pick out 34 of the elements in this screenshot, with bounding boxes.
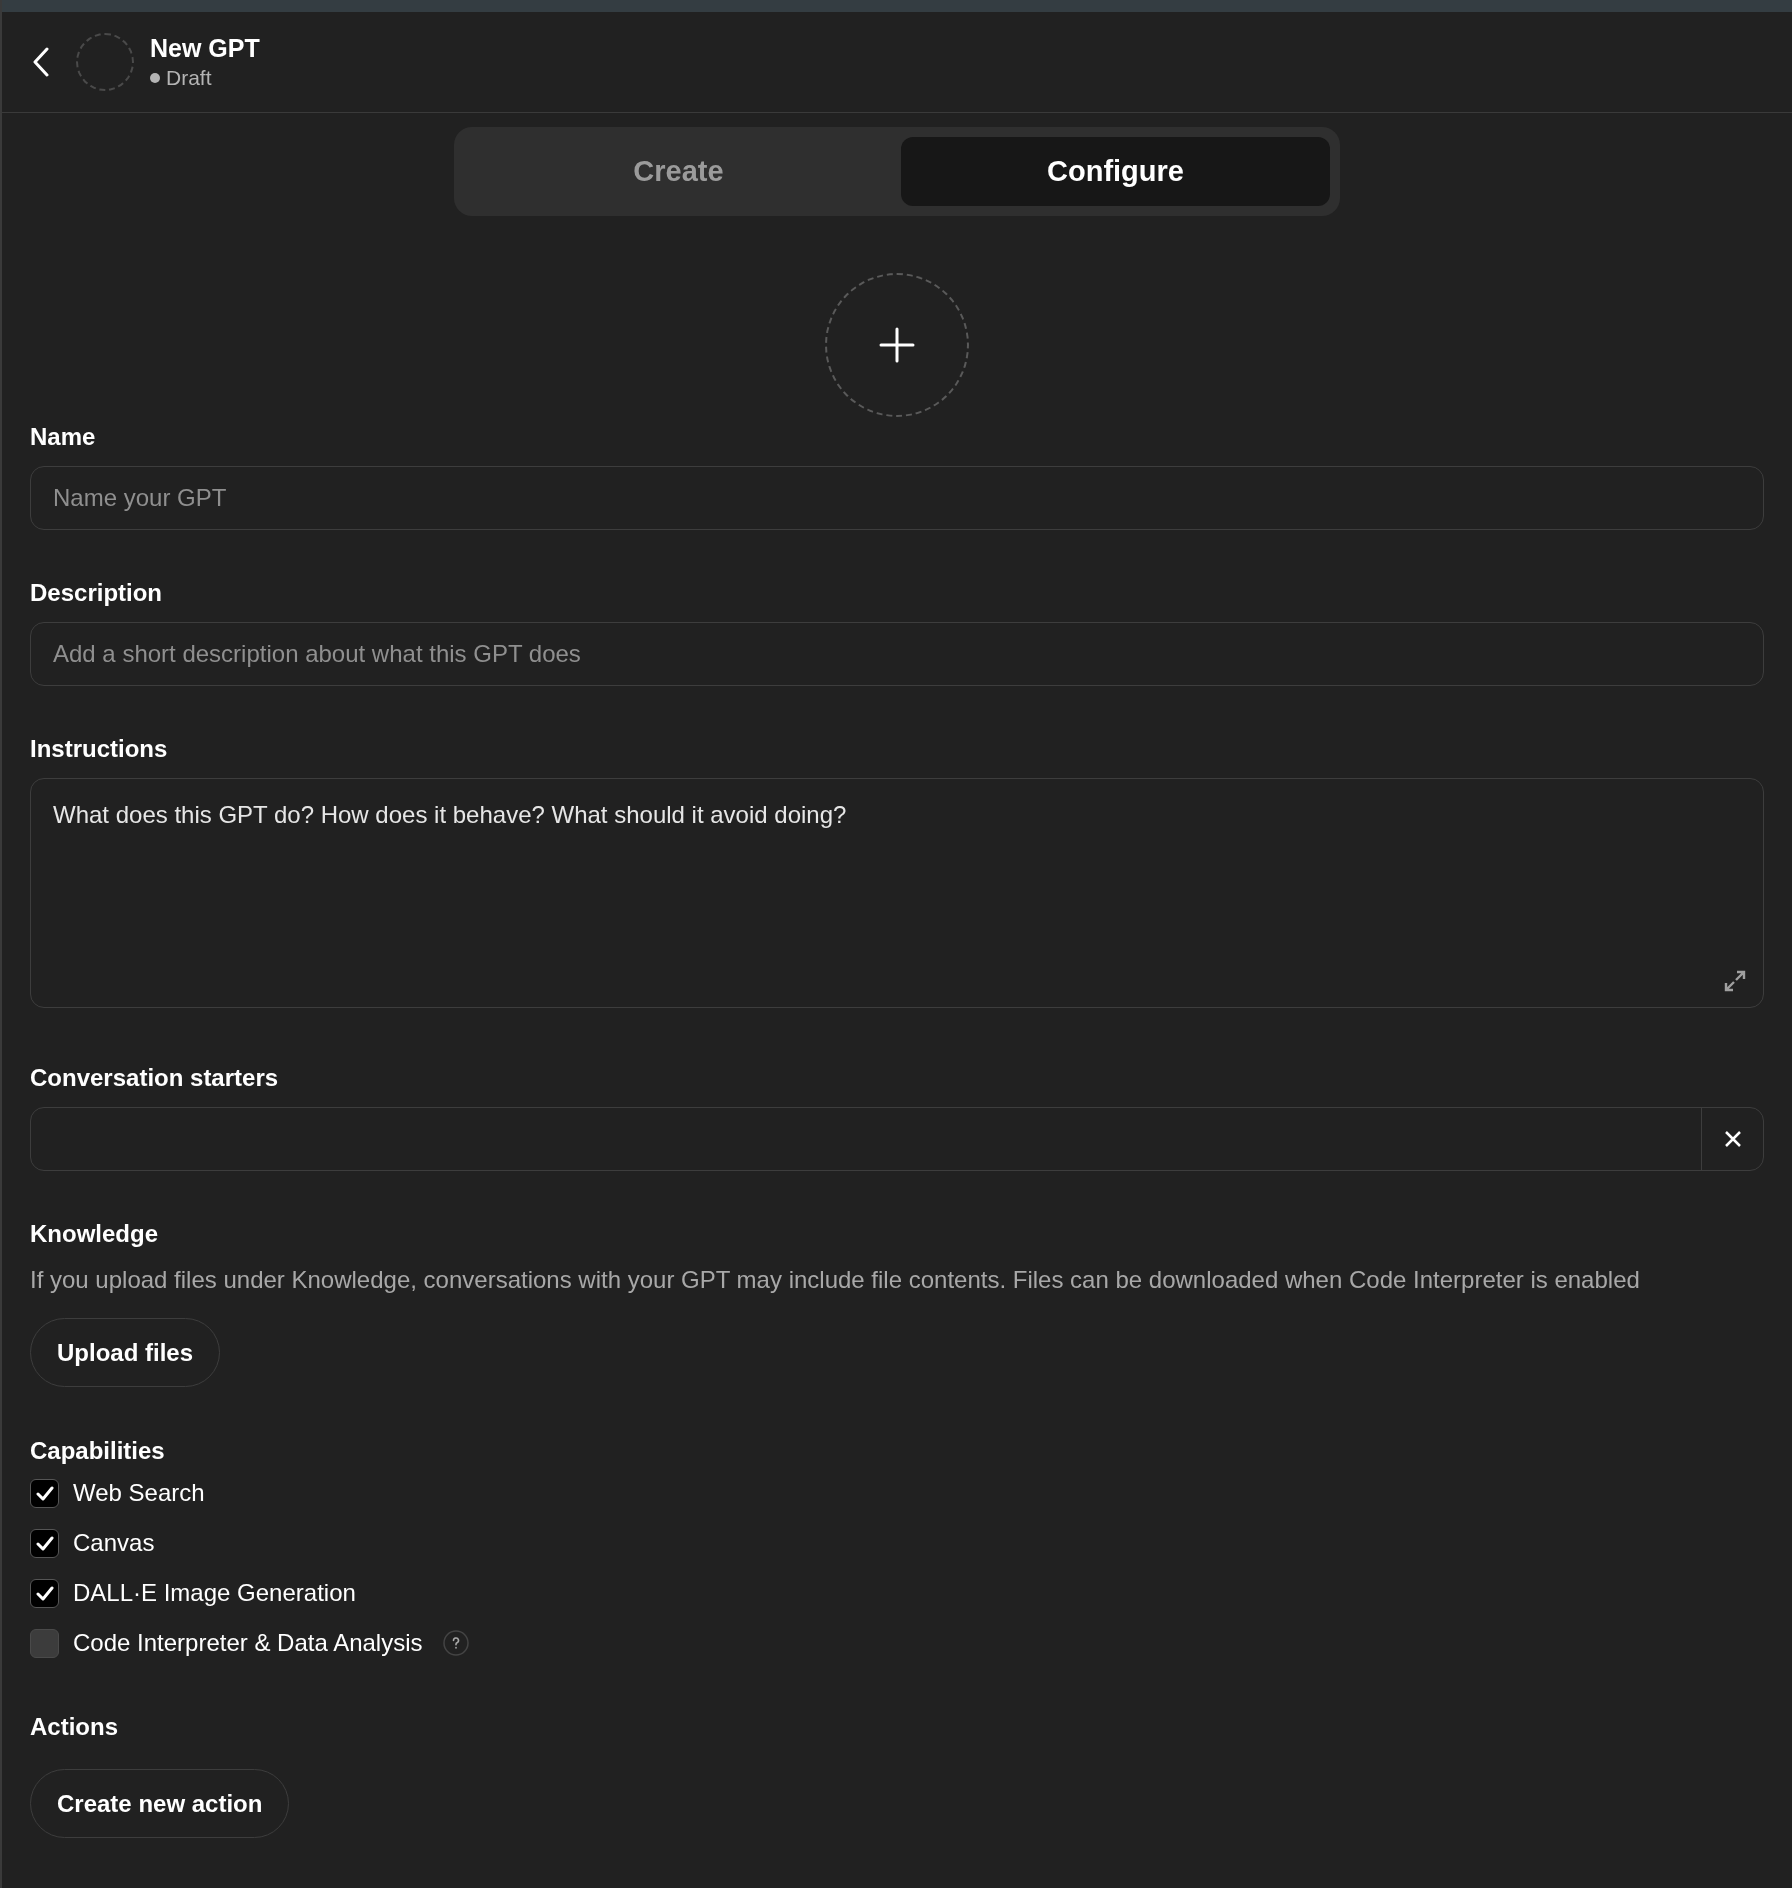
section-label: Conversation starters [30,1066,280,1090]
section-label: Actions [30,1715,119,1739]
tab[interactable]: Configure [901,137,1330,206]
knowledge-description: If you upload files under Knowledge, conversations with your GPT may include file contents. Files can be downloaded when Code Interpreter is enabled [30,1265,1641,1295]
starter-field[interactable] [30,1107,1764,1171]
capability-label: Code Interpreter & Data Analysis [73,1628,423,1658]
section-label: Instructions [30,737,169,761]
section-label: Description [30,581,164,605]
checkbox[interactable] [30,1478,59,1508]
capability-label: DALL·E Image Generation [73,1578,356,1608]
expand-icon[interactable] [1723,969,1747,993]
textarea-placeholder: What does this GPT do? How does it behave? What should it avoid doing? [53,801,847,828]
capability-label: Canvas [73,1528,155,1558]
capability-label: Web Search [73,1478,205,1508]
text-field[interactable]: Add a short description about what this GPT does [30,622,1764,686]
text-field[interactable]: Name your GPT [30,466,1764,530]
section-label: Knowledge [30,1222,159,1246]
checkbox[interactable] [30,1628,59,1658]
help-icon[interactable] [442,1630,469,1656]
plus-icon [879,327,915,363]
gpt-title: New GPT [150,36,260,61]
checkbox[interactable] [30,1578,59,1608]
instructions-textarea[interactable]: What does this GPT do? How does it behave? What should it avoid doing? [30,778,1764,1008]
section-label: Capabilities [30,1439,166,1463]
section-label: Name [30,425,97,449]
tab[interactable]: Create [464,137,893,206]
check-icon [35,1585,54,1601]
check-icon [35,1485,54,1501]
status-text: Draft [166,67,212,88]
checkbox[interactable] [30,1528,59,1558]
close-icon [1723,1130,1742,1148]
avatar-placeholder [76,33,134,91]
check-icon [35,1535,54,1551]
back-icon[interactable] [32,47,50,77]
